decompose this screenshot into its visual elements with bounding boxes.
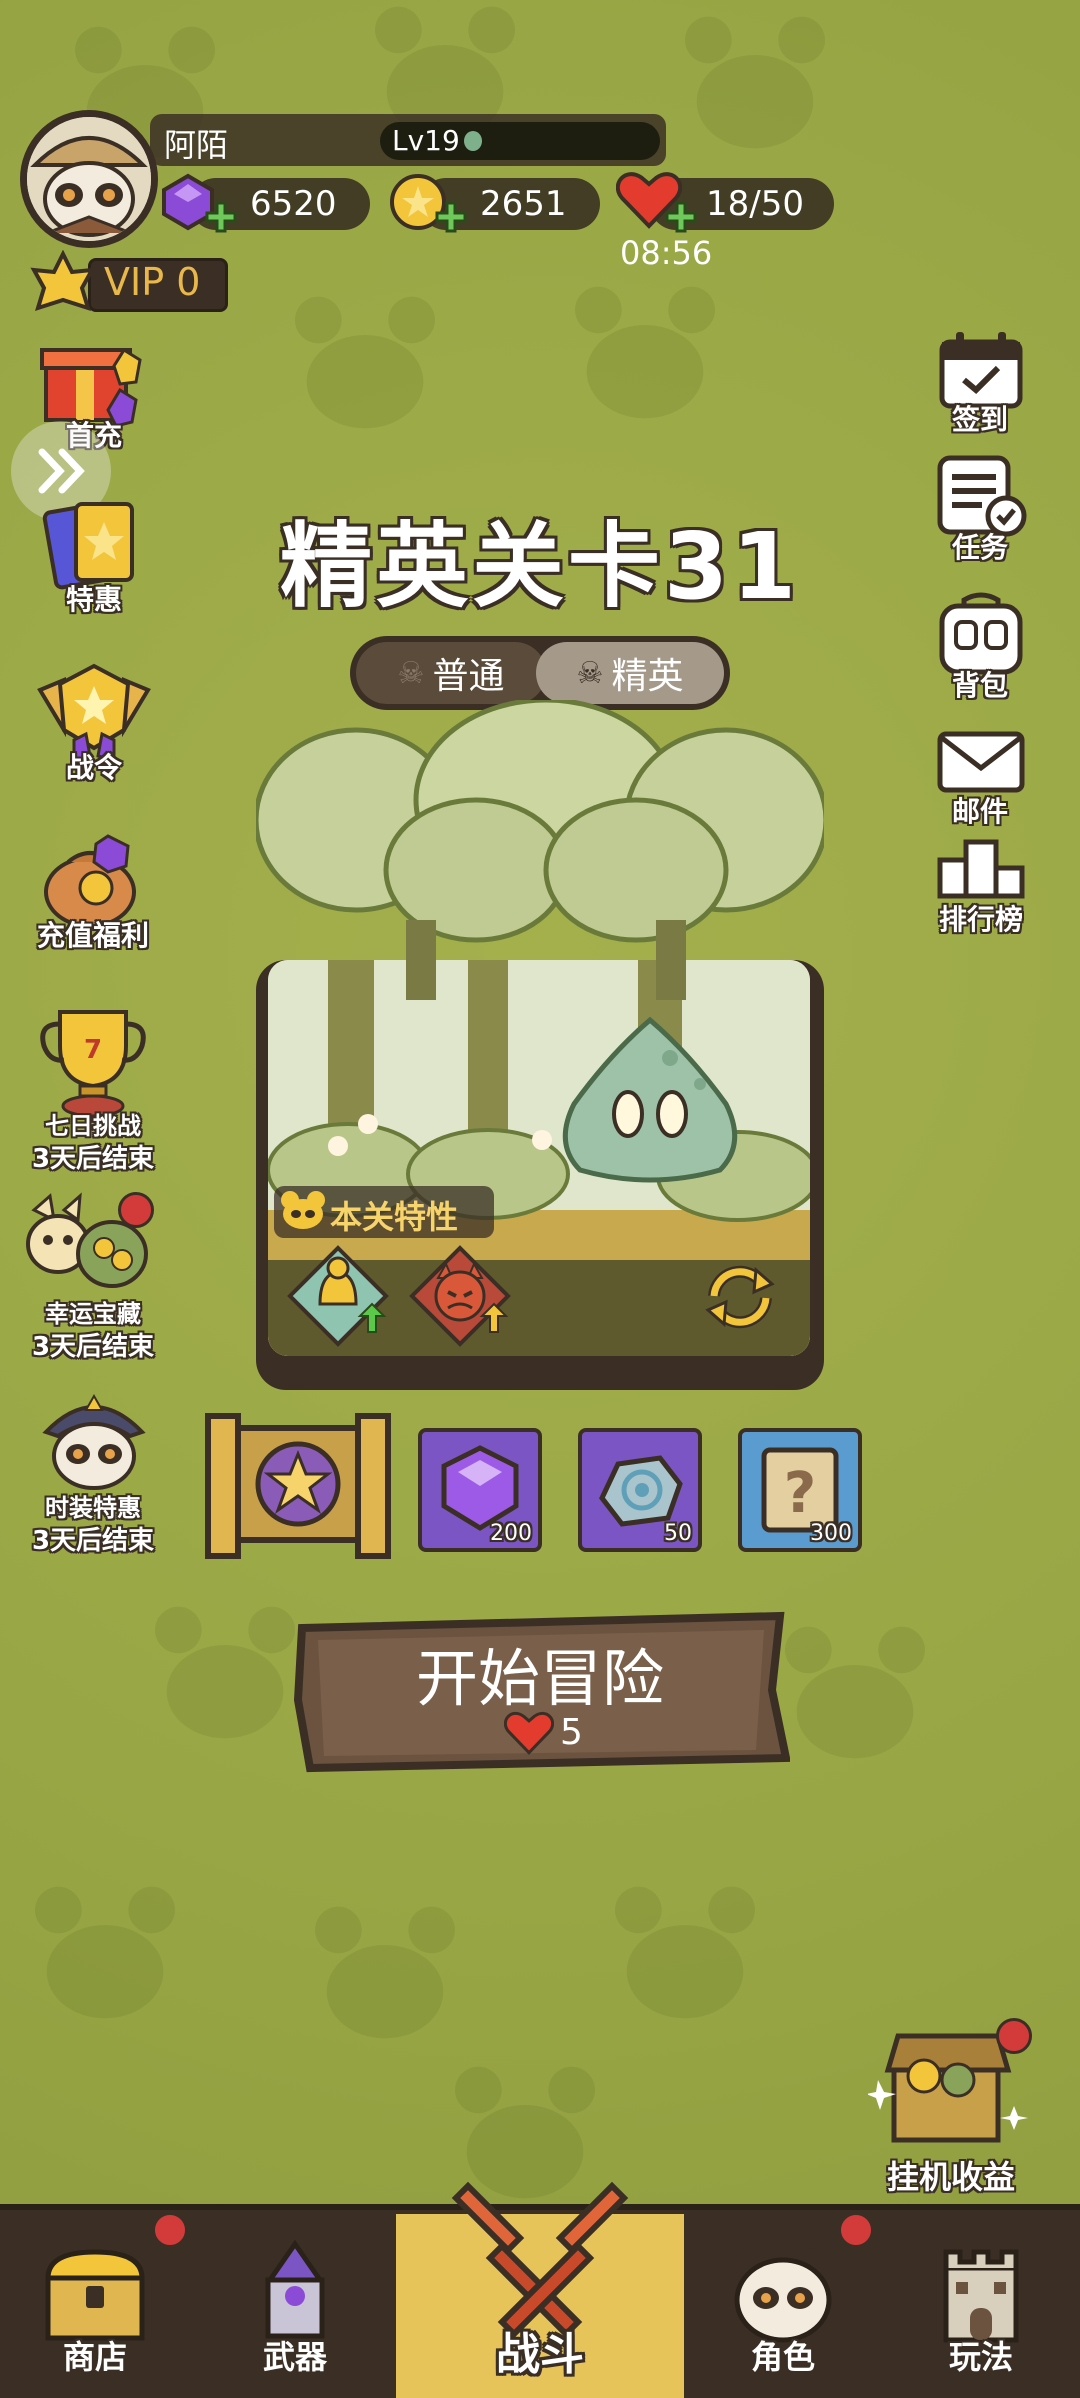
- stamina-count: 18/50: [706, 184, 804, 224]
- heart-icon: [503, 1710, 555, 1760]
- ranking-button[interactable]: [936, 838, 1026, 904]
- nav-shop-label: 商店: [62, 2338, 127, 2376]
- seven-day-challenge-label: 七日挑战: [45, 1112, 141, 1140]
- podium-icon: [937, 839, 1025, 899]
- refresh-icon[interactable]: [700, 1262, 780, 1336]
- costume-offer-countdown: 3天后结束: [31, 1526, 155, 1556]
- envelope-icon: [937, 731, 1025, 793]
- player-avatar[interactable]: [20, 110, 158, 248]
- shop-chest-icon: [45, 2249, 145, 2341]
- tab-elite[interactable]: ☠ 精英: [536, 642, 724, 704]
- backpack-label: 背包: [951, 669, 1008, 702]
- gem-count: 6520: [250, 184, 337, 224]
- nav-battle-label: 战斗: [496, 2329, 584, 2380]
- vip-level: VIP 0: [104, 260, 201, 304]
- buff-ally-feature-icon[interactable]: [286, 1244, 396, 1352]
- trophy-icon: 7: [40, 1010, 146, 1118]
- reward-mystery-count: 300: [810, 1521, 852, 1546]
- add-gems-icon[interactable]: [204, 200, 238, 238]
- costume-offer-button[interactable]: [36, 1392, 152, 1496]
- slime-enemy-icon: [550, 1014, 750, 1188]
- reward-gems[interactable]: 200: [418, 1428, 542, 1552]
- idle-reward-notification: [996, 2018, 1032, 2054]
- demon-skull-icon: ☠: [576, 655, 604, 691]
- seven-day-challenge-button[interactable]: 7: [36, 1002, 150, 1122]
- nav-gameplay-label: 玩法: [948, 2338, 1013, 2376]
- exp-indicator: [464, 131, 482, 151]
- checkin-label: 签到: [951, 403, 1008, 436]
- ranking-label: 排行榜: [938, 903, 1023, 936]
- tab-normal[interactable]: ☠ 普通: [356, 642, 546, 704]
- mail-button[interactable]: [936, 730, 1026, 798]
- raccoon-avatar-icon: [27, 117, 151, 241]
- tab-normal-label: 普通: [432, 656, 505, 697]
- lucky-treasure-countdown: 3天后结束: [31, 1332, 155, 1362]
- mail-label: 邮件: [951, 795, 1008, 828]
- lucky-treasure-notification: [118, 1192, 154, 1228]
- stamina-timer: 08:56: [620, 234, 713, 272]
- star-chest-icon[interactable]: [204, 1404, 392, 1564]
- nav-character-label: 角色: [750, 2338, 815, 2376]
- stage-title: 精英关卡31: [279, 513, 801, 620]
- panda-icon: [734, 2248, 832, 2343]
- difficulty-tabs: ☠ 普通 ☠ 精英: [350, 636, 730, 710]
- player-name: 阿陌: [164, 126, 229, 164]
- costume-offer-label: 时装特惠: [45, 1494, 141, 1522]
- start-adventure-label: 开始冒险: [415, 1642, 664, 1715]
- samurai-panda-icon: [42, 1393, 146, 1490]
- nav-weapons[interactable]: [240, 2239, 350, 2344]
- castle-icon: [943, 2249, 1019, 2343]
- tab-elite-label: 精英: [611, 656, 684, 697]
- reward-mystery[interactable]: ? 300: [738, 1428, 862, 1552]
- idle-reward-label: 挂机收益: [886, 2158, 1015, 2196]
- skull-icon: ☠: [397, 655, 425, 691]
- nav-weapons-label: 武器: [262, 2338, 327, 2376]
- svg-text:7: 7: [84, 1035, 102, 1065]
- reward-stone[interactable]: 50: [578, 1428, 702, 1552]
- stage-feature-label: 本关特性: [330, 1198, 459, 1236]
- panda-head-icon: [280, 1190, 326, 1234]
- reward-gems-count: 200: [490, 1521, 532, 1546]
- character-notification: [838, 2212, 874, 2248]
- seven-day-countdown: 3天后结束: [31, 1144, 155, 1174]
- buff-enemy-feature-icon[interactable]: [408, 1244, 518, 1352]
- vip-crown-icon: [28, 249, 98, 320]
- add-stamina-icon[interactable]: [664, 200, 698, 238]
- weapon-icon: [265, 2239, 325, 2339]
- recharge-bonus-label: 充值福利: [36, 919, 149, 952]
- svg-text:?: ?: [784, 1461, 816, 1526]
- add-coins-icon[interactable]: [434, 200, 468, 238]
- reward-stone-count: 50: [664, 1521, 692, 1546]
- start-cost: 5: [560, 1712, 583, 1753]
- lucky-treasure-label: 幸运宝藏: [45, 1300, 141, 1328]
- coin-count: 2651: [480, 184, 567, 224]
- player-level: Lv19: [392, 124, 460, 157]
- battle-pass-label: 战令: [65, 751, 122, 784]
- shop-notification: [152, 2212, 188, 2248]
